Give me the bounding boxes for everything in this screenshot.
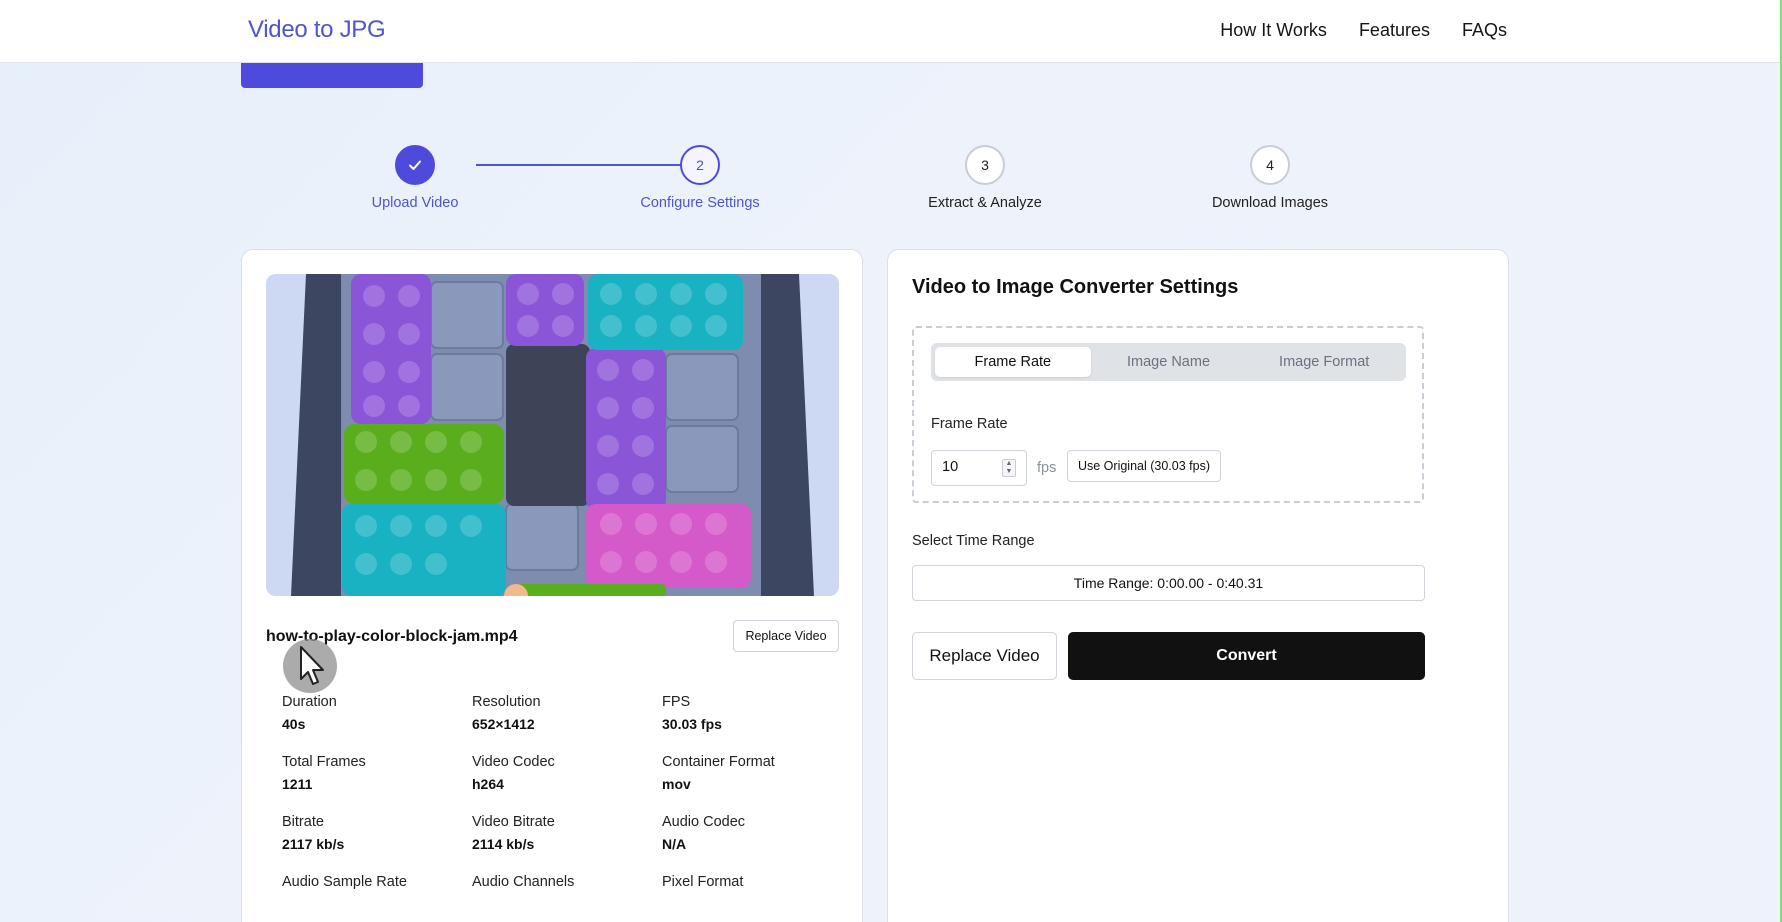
- step-upload-video: Upload Video: [315, 145, 515, 211]
- meta-audio-codec: Audio Codec N/A: [662, 814, 746, 852]
- video-frame: [266, 274, 839, 596]
- meta-total-frames: Total Frames 1211: [282, 754, 366, 792]
- settings-tabs: Frame Rate Image Name Image Format: [931, 343, 1406, 381]
- step-label: Extract & Analyze: [928, 195, 1042, 211]
- replace-video-small-button[interactable]: Replace Video: [733, 620, 839, 652]
- time-range-label: Select Time Range: [912, 533, 1035, 549]
- step-configure-settings: 2 Configure Settings: [600, 145, 800, 211]
- step-label: Upload Video: [371, 195, 459, 211]
- meta-container-format: Container Format mov: [662, 754, 775, 792]
- video-metadata-grid: Duration 40s Resolution 652×1412 FPS 30.03 …: [282, 694, 842, 896]
- step-number: 3: [965, 145, 1005, 185]
- brand-logo[interactable]: Video to JPG: [248, 16, 386, 44]
- mouse-cursor-icon: [283, 639, 337, 693]
- use-original-fps-button[interactable]: Use Original (30.03 fps): [1067, 450, 1221, 482]
- frame-rate-label: Frame Rate: [931, 416, 1008, 432]
- step-extract-analyze: 3 Extract & Analyze: [885, 145, 1085, 211]
- upload-button-partial[interactable]: [241, 63, 423, 88]
- settings-title: Video to Image Converter Settings: [912, 276, 1239, 298]
- meta-video-bitrate: Video Bitrate 2114 kb/s: [472, 814, 555, 852]
- check-icon: [395, 145, 435, 185]
- step-number: 4: [1250, 145, 1290, 185]
- step-label: Download Images: [1211, 195, 1329, 211]
- step-download-images: 4 Download Images: [1170, 145, 1370, 211]
- settings-panel: Frame Rate Image Name Image Format Frame…: [912, 326, 1424, 503]
- spinner-icon[interactable]: ▲ ▼: [1002, 459, 1016, 477]
- frame-rate-stepper[interactable]: ▲▼: [931, 450, 1027, 486]
- replace-video-button[interactable]: Replace Video: [912, 632, 1057, 680]
- video-info-card: how-to-play-color-block-jam.mp4 Replace …: [241, 249, 863, 922]
- nav-faqs[interactable]: FAQs: [1462, 20, 1507, 41]
- meta-audio-channels: Audio Channels: [472, 874, 575, 890]
- video-preview[interactable]: [266, 274, 839, 596]
- meta-audio-sample-rate: Audio Sample Rate: [282, 874, 407, 890]
- meta-pixel-format: Pixel Format: [662, 874, 744, 890]
- tab-image-name[interactable]: Image Name: [1091, 347, 1247, 377]
- tab-frame-rate[interactable]: Frame Rate: [935, 347, 1091, 377]
- frame-rate-input[interactable]: [942, 451, 1002, 483]
- step-label: Configure Settings: [640, 195, 760, 211]
- converter-settings-card: Video to Image Converter Settings Frame …: [887, 249, 1509, 922]
- top-header: Video to JPG How It Works Features FAQs: [0, 0, 1780, 63]
- meta-resolution: Resolution 652×1412: [472, 694, 541, 732]
- main-nav: How It Works Features FAQs: [1220, 20, 1507, 41]
- nav-features[interactable]: Features: [1359, 20, 1430, 41]
- meta-video-codec: Video Codec h264: [472, 754, 555, 792]
- tab-image-format[interactable]: Image Format: [1246, 347, 1402, 377]
- step-number: 2: [680, 145, 720, 185]
- meta-duration: Duration 40s: [282, 694, 337, 732]
- meta-bitrate: Bitrate 2117 kb/s: [282, 814, 345, 852]
- time-range-selector[interactable]: Time Range: 0:00.00 - 0:40.31: [912, 565, 1425, 601]
- progress-stepper: Upload Video 2 Configure Settings 3 Extr…: [0, 145, 1782, 215]
- nav-how-it-works[interactable]: How It Works: [1220, 20, 1327, 41]
- meta-fps: FPS 30.03 fps: [662, 694, 722, 732]
- fps-unit-label: fps: [1037, 460, 1057, 476]
- convert-button[interactable]: Convert: [1068, 632, 1425, 680]
